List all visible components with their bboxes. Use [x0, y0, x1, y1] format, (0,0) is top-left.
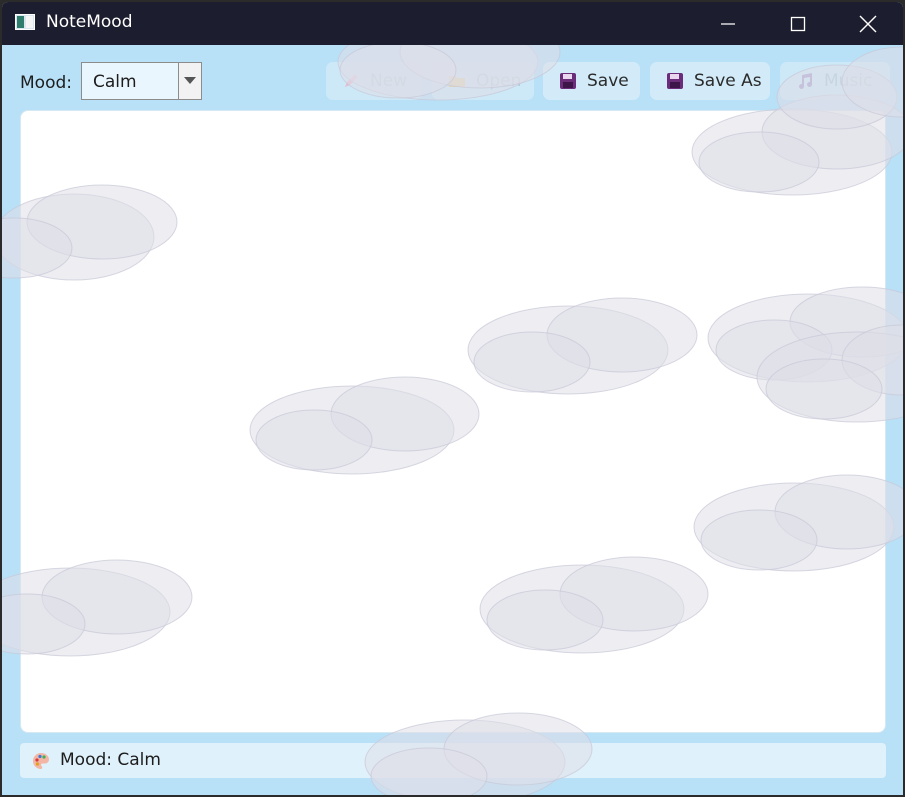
dropdown-arrow[interactable] [178, 62, 202, 100]
mood-dropdown[interactable]: Calm [81, 62, 202, 100]
toolbar: Mood: Calm New Open Save Save As Music [2, 45, 903, 110]
new-note-icon [345, 74, 358, 87]
music-note-icon [799, 73, 813, 89]
floppy-disk-icon [667, 73, 683, 89]
open-button-label: Open [476, 71, 522, 91]
save-as-button-label: Save As [694, 71, 762, 91]
note-editor[interactable] [20, 110, 886, 733]
status-bar: Mood: Calm [20, 743, 886, 778]
music-button-label: Music [824, 71, 873, 91]
app-window-icon [15, 14, 35, 30]
minimize-icon [721, 22, 735, 25]
folder-icon [449, 76, 465, 87]
app-window: NoteMood Mood: Calm New Open Save Save A… [2, 2, 903, 795]
maximize-button[interactable] [763, 2, 833, 45]
new-button-label: New [370, 71, 408, 91]
palette-icon [33, 753, 49, 769]
floppy-disk-icon [560, 73, 576, 89]
close-button[interactable] [833, 2, 903, 45]
close-icon [859, 15, 877, 32]
new-button[interactable]: New [326, 62, 422, 100]
window-title: NoteMood [46, 12, 133, 32]
save-button[interactable]: Save [543, 62, 640, 100]
minimize-button[interactable] [693, 2, 763, 45]
maximize-icon [790, 16, 806, 31]
music-button[interactable]: Music [780, 62, 890, 100]
mood-selected-value: Calm [93, 72, 137, 92]
open-button[interactable]: Open [432, 62, 534, 100]
title-bar: NoteMood [2, 2, 903, 45]
mood-label: Mood: [20, 73, 72, 93]
save-as-button[interactable]: Save As [650, 62, 770, 100]
chevron-down-icon [184, 77, 196, 84]
status-text: Mood: Calm [60, 750, 161, 770]
save-button-label: Save [587, 71, 629, 91]
